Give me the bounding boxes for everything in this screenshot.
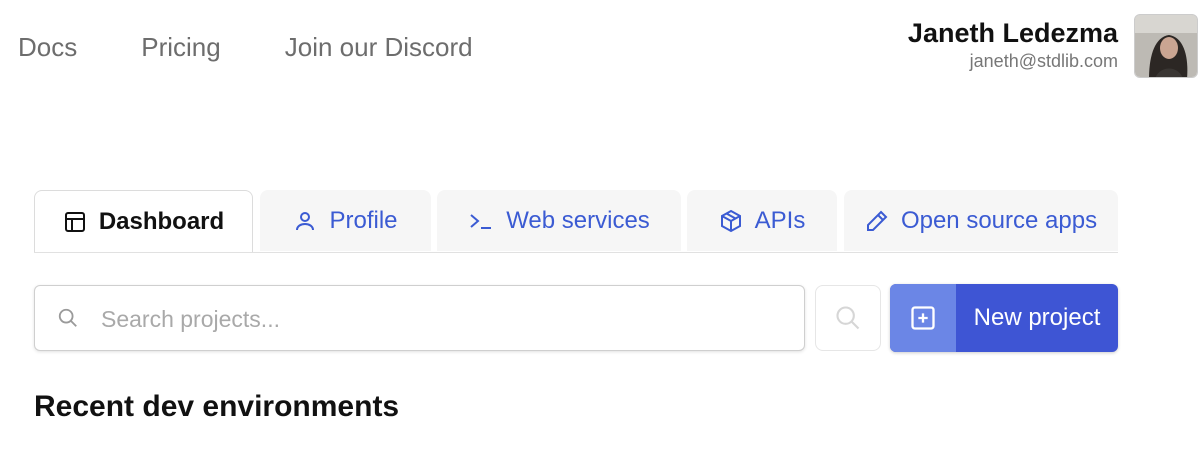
tab-label: APIs xyxy=(754,206,806,234)
tab-bar: Dashboard Profile Web services APIs Open… xyxy=(34,190,1118,253)
tab-label: Open source apps xyxy=(900,206,1098,234)
tab-dashboard[interactable]: Dashboard xyxy=(34,190,253,252)
dashboard-icon xyxy=(64,211,85,232)
plus-square-icon xyxy=(890,284,956,352)
search-box xyxy=(34,285,805,351)
nav-link-discord[interactable]: Join our Discord xyxy=(285,30,473,64)
tab-label: Profile xyxy=(329,206,398,234)
package-icon xyxy=(720,209,741,232)
search-icon xyxy=(58,308,77,327)
tab-label: Dashboard xyxy=(98,207,225,235)
tab-open-source-apps[interactable]: Open source apps xyxy=(844,190,1118,251)
user-info[interactable]: Janeth Ledezma janeth@stdlib.com xyxy=(908,16,1118,72)
new-project-label: New project xyxy=(973,304,1101,331)
avatar[interactable] xyxy=(1134,14,1198,78)
pencil-icon xyxy=(866,210,888,231)
search-input[interactable] xyxy=(99,298,793,340)
tab-label: Web services xyxy=(506,206,650,234)
user-name: Janeth Ledezma xyxy=(907,18,1118,48)
terminal-icon xyxy=(470,213,492,229)
tab-web-services[interactable]: Web services xyxy=(437,190,681,251)
new-project-button[interactable]: New project xyxy=(890,284,1118,352)
user-icon xyxy=(296,211,315,230)
nav-link-pricing[interactable]: Pricing xyxy=(141,30,220,64)
tab-apis[interactable]: APIs xyxy=(687,190,837,251)
top-nav: Docs Pricing Join our Discord xyxy=(18,30,537,64)
nav-link-docs[interactable]: Docs xyxy=(18,30,77,64)
section-title: Recent dev environments xyxy=(34,390,400,423)
user-email: janeth@stdlib.com xyxy=(969,51,1118,71)
search-icon xyxy=(836,306,860,330)
tab-profile[interactable]: Profile xyxy=(260,190,431,251)
search-button[interactable] xyxy=(815,285,881,351)
